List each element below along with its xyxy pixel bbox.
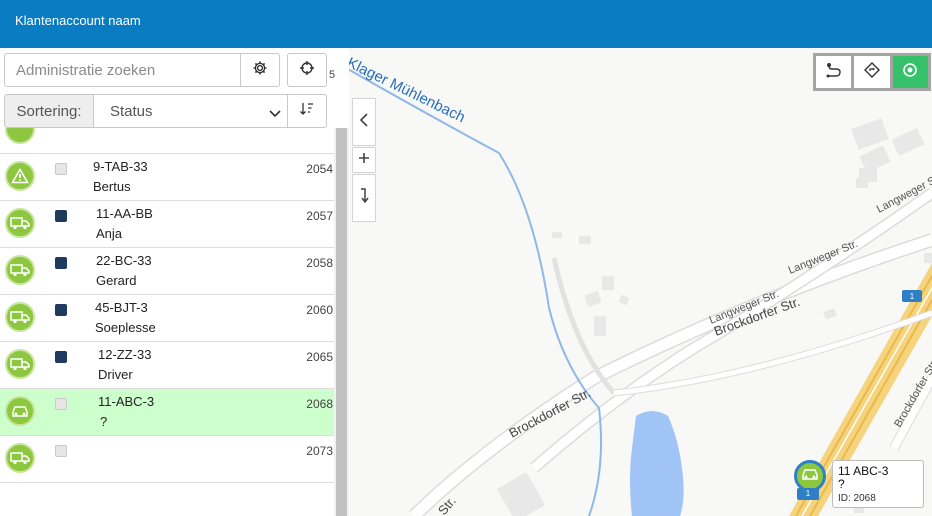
- truck-status-icon: [5, 255, 35, 285]
- vehicle-sidebar: 5 Sortering: Status 5 9-TAB-33 Bertu: [0, 48, 349, 516]
- vehicle-plate: 11-ABC-3: [98, 394, 155, 409]
- vehicle-driver: Gerard: [96, 273, 137, 288]
- vehicle-plate: 12-ZZ-33: [98, 347, 152, 362]
- app-header: Klantenaccount naam: [0, 0, 932, 48]
- vehicle-plate: 9-TAB-33: [93, 159, 148, 174]
- search-settings-button[interactable]: [240, 53, 280, 87]
- chevron-left-icon: [359, 112, 369, 132]
- list-item[interactable]: 9-TAB-33 Bertus 2054: [0, 154, 334, 201]
- arrow-down-turn-icon: [358, 187, 370, 209]
- zoom-extent-button[interactable]: [352, 174, 376, 222]
- vehicle-driver: Anja: [96, 226, 123, 241]
- vehicle-list: 9-TAB-33 Bertus 2054 11-AA-BB Anja 2057 …: [0, 128, 334, 516]
- track-location-button[interactable]: [892, 56, 928, 88]
- vehicle-plate: 45-BJT-3: [95, 300, 148, 315]
- popup-plate: 11 ABC-3: [838, 464, 889, 478]
- vehicle-id: 2060: [306, 303, 333, 317]
- popup-id: ID: 2068: [838, 493, 876, 504]
- sort-label: Sortering:: [4, 94, 94, 128]
- vehicle-id: 2054: [306, 162, 333, 176]
- list-item[interactable]: 12-ZZ-33 Driver 2065: [0, 342, 334, 389]
- list-item[interactable]: 22-BC-33 Gerard 2058: [0, 248, 334, 295]
- row-checkbox[interactable]: [55, 163, 67, 175]
- list-item[interactable]: 45-BJT-3 Soeplesse 2060: [0, 295, 334, 342]
- svg-text:1: 1: [910, 292, 915, 301]
- row-checkbox[interactable]: [55, 351, 67, 363]
- vehicle-driver: Soeplesse: [95, 320, 156, 335]
- warning-status-icon: [5, 161, 35, 191]
- chevron-down-icon: [269, 106, 281, 123]
- row-checkbox[interactable]: [55, 257, 67, 269]
- directions-tool-button[interactable]: [854, 56, 890, 88]
- crosshair-icon: [299, 60, 315, 81]
- list-item[interactable]: 11-ABC-3 ? 2068: [0, 389, 334, 436]
- vehicle-plate: 11-AA-BB: [96, 206, 153, 221]
- vehicle-id: 2057: [306, 209, 333, 223]
- car-icon: [800, 467, 820, 486]
- row-checkbox[interactable]: [55, 445, 67, 457]
- truck-status-icon: [5, 349, 35, 379]
- truck-status-icon: [5, 128, 35, 144]
- marker-tag: 1: [797, 488, 819, 500]
- truck-status-icon: [5, 443, 35, 473]
- vehicle-id: 2068: [306, 397, 333, 411]
- locate-button[interactable]: [287, 53, 327, 87]
- directions-diamond-icon: [863, 61, 881, 84]
- list-scrollbar-thumb[interactable]: [336, 128, 347, 516]
- vehicle-plate: 22-BC-33: [96, 253, 152, 268]
- gear-icon: [252, 60, 268, 81]
- sort-direction-button[interactable]: [287, 94, 327, 128]
- route-tool-button[interactable]: [816, 56, 852, 88]
- list-item[interactable]: 11-AA-BB Anja 2057: [0, 201, 334, 248]
- vehicle-id: 2073: [306, 444, 333, 458]
- sort-descending-icon: [299, 101, 315, 122]
- sort-select[interactable]: Status: [93, 94, 288, 128]
- list-peek-number: 5: [329, 69, 336, 81]
- row-checkbox[interactable]: [55, 304, 67, 316]
- zoom-in-button[interactable]: [352, 147, 376, 173]
- vehicle-id: 2065: [306, 350, 333, 364]
- map-toolbar: [813, 53, 931, 91]
- search-input[interactable]: [4, 53, 241, 87]
- plus-icon: [358, 151, 370, 169]
- collapse-panel-button[interactable]: [352, 98, 376, 146]
- sort-selected-value: Status: [110, 102, 153, 120]
- car-status-icon: [5, 396, 35, 426]
- list-item[interactable]: [0, 128, 334, 154]
- vehicle-driver: Bertus: [93, 179, 131, 194]
- route-icon: [825, 61, 843, 84]
- sort-row: Sortering: Status 5: [0, 94, 349, 175]
- map-background: 1 Klager Mühlenbach Brockdorfer Str. Bro…: [344, 54, 932, 516]
- popup-driver: ?: [838, 477, 845, 491]
- vehicle-driver: ?: [100, 414, 108, 429]
- row-checkbox[interactable]: [55, 398, 67, 410]
- account-name: Klantenaccount naam: [15, 13, 141, 28]
- truck-status-icon: [5, 302, 35, 332]
- vehicle-popup[interactable]: 11 ABC-3 ? ID: 2068: [832, 460, 924, 508]
- vehicle-id: 2058: [306, 256, 333, 270]
- target-icon: [901, 61, 919, 84]
- row-checkbox[interactable]: [55, 210, 67, 222]
- map-view[interactable]: 1 Klager Mühlenbach Brockdorfer Str. Bro…: [334, 48, 932, 516]
- search-row: 5: [0, 48, 349, 92]
- vehicle-driver: Driver: [98, 367, 133, 382]
- truck-status-icon: [5, 208, 35, 238]
- list-item[interactable]: 2073: [0, 436, 334, 483]
